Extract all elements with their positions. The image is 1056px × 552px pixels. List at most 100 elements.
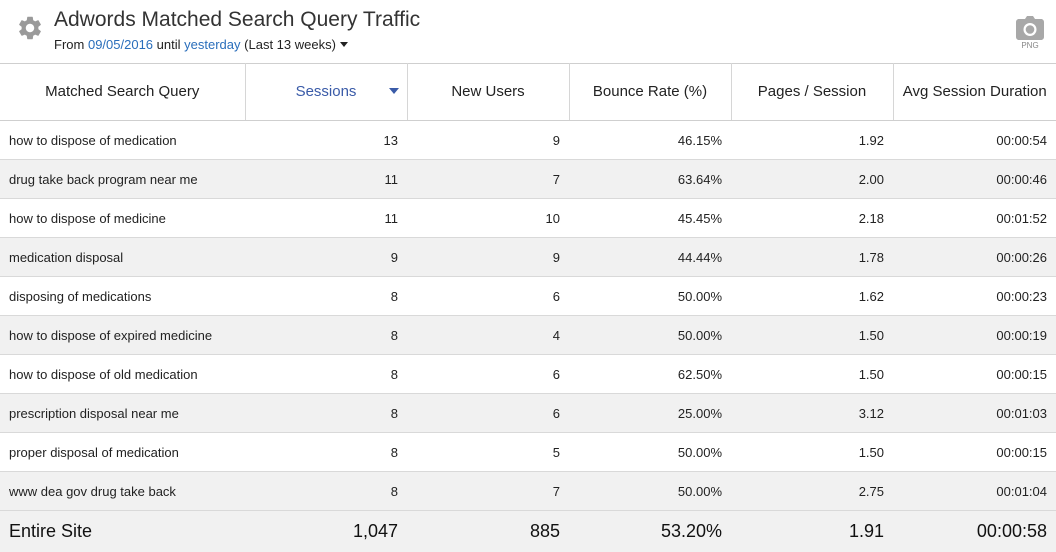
avg-duration-cell: 00:00:46 <box>893 159 1056 199</box>
query-cell: www dea gov drug take back <box>0 471 245 511</box>
column-header-bounce-rate[interactable]: Bounce Rate (%) <box>569 63 732 121</box>
query-cell: medication disposal <box>0 237 245 277</box>
query-table: Matched Search Query Sessions New Users … <box>0 63 1056 552</box>
table-row: drug take back program near me 11 7 63.64% 2… <box>0 159 1056 199</box>
totals-bounce-rate: 53.20% <box>569 510 731 552</box>
new-users-cell: 7 <box>407 159 569 199</box>
avg-duration-cell: 00:01:03 <box>893 393 1056 433</box>
sessions-cell: 11 <box>245 198 407 238</box>
table-row: how to dispose of medication 13 9 46.15% 1.9… <box>0 120 1056 160</box>
bounce-rate-cell: 44.44% <box>569 237 731 277</box>
table-row: how to dispose of old medication 8 6 62.50%… <box>0 354 1056 394</box>
bounce-rate-cell: 25.00% <box>569 393 731 433</box>
pages-per-session-cell: 2.18 <box>731 198 893 238</box>
query-cell: how to dispose of old medication <box>0 354 245 394</box>
page-title: Adwords Matched Search Query Traffic <box>54 8 421 31</box>
start-date-link[interactable]: 09/05/2016 <box>88 37 153 52</box>
export-png-label: PNG <box>1021 41 1039 50</box>
pages-per-session-cell: 1.62 <box>731 276 893 316</box>
sessions-cell: 8 <box>245 471 407 511</box>
avg-duration-cell: 00:00:19 <box>893 315 1056 355</box>
column-header-avg-session-duration[interactable]: Avg Session Duration <box>893 63 1056 121</box>
pages-per-session-cell: 2.75 <box>731 471 893 511</box>
table-row: disposing of medications 8 6 50.00% 1.62 00:0… <box>0 276 1056 316</box>
avg-duration-cell: 00:00:26 <box>893 237 1056 277</box>
avg-duration-cell: 00:00:23 <box>893 276 1056 316</box>
sessions-cell: 8 <box>245 315 407 355</box>
table-row: how to dispose of expired medicine 8 4 50.0… <box>0 315 1056 355</box>
column-header-sessions-label: Sessions <box>295 83 357 100</box>
gear-icon[interactable] <box>16 14 44 42</box>
bounce-rate-cell: 62.50% <box>569 354 731 394</box>
pages-per-session-cell: 1.50 <box>731 354 893 394</box>
pages-per-session-cell: 1.50 <box>731 432 893 472</box>
new-users-cell: 4 <box>407 315 569 355</box>
bounce-rate-cell: 50.00% <box>569 432 731 472</box>
new-users-cell: 5 <box>407 432 569 472</box>
query-cell: how to dispose of expired medicine <box>0 315 245 355</box>
avg-duration-cell: 00:01:52 <box>893 198 1056 238</box>
new-users-cell: 9 <box>407 237 569 277</box>
bounce-rate-cell: 50.00% <box>569 471 731 511</box>
bounce-rate-cell: 63.64% <box>569 159 731 199</box>
until-label: until <box>156 37 181 52</box>
sort-desc-icon <box>388 88 399 94</box>
end-date-link[interactable]: yesterday <box>184 37 240 52</box>
avg-duration-cell: 00:00:15 <box>893 354 1056 394</box>
totals-pages-per-session: 1.91 <box>731 510 893 552</box>
new-users-cell: 6 <box>407 393 569 433</box>
totals-label: Entire Site <box>0 510 245 552</box>
sessions-cell: 13 <box>245 120 407 160</box>
new-users-cell: 9 <box>407 120 569 160</box>
sessions-cell: 8 <box>245 432 407 472</box>
column-header-pages-per-session[interactable]: Pages / Session <box>731 63 894 121</box>
bounce-rate-cell: 46.15% <box>569 120 731 160</box>
table-row: medication disposal 9 9 44.44% 1.78 00:00:26 <box>0 237 1056 277</box>
table-row: www dea gov drug take back 8 7 50.00% 2.75 00… <box>0 471 1056 511</box>
header-row: Matched Search Query Sessions New Users … <box>0 63 1056 121</box>
new-users-cell: 7 <box>407 471 569 511</box>
totals-sessions: 1,047 <box>245 510 407 552</box>
table-row: prescription disposal near me 8 6 25.00% 3.1… <box>0 393 1056 433</box>
column-header-new-users[interactable]: New Users <box>407 63 570 121</box>
query-cell: disposing of medications <box>0 276 245 316</box>
bounce-rate-cell: 45.45% <box>569 198 731 238</box>
query-cell: proper disposal of medication <box>0 432 245 472</box>
bounce-rate-cell: 50.00% <box>569 276 731 316</box>
export-png-button[interactable]: PNG <box>1014 16 1046 56</box>
column-header-sessions[interactable]: Sessions <box>245 63 408 121</box>
pages-per-session-cell: 2.00 <box>731 159 893 199</box>
sessions-cell: 9 <box>245 237 407 277</box>
sessions-cell: 8 <box>245 276 407 316</box>
table-row: proper disposal of medication 8 5 50.00% 1.5… <box>0 432 1056 472</box>
new-users-cell: 6 <box>407 276 569 316</box>
period-label: (Last 13 weeks) <box>244 37 336 52</box>
avg-duration-cell: 00:01:04 <box>893 471 1056 511</box>
from-label: From <box>54 37 85 52</box>
totals-new-users: 885 <box>407 510 569 552</box>
avg-duration-cell: 00:00:54 <box>893 120 1056 160</box>
sessions-cell: 8 <box>245 354 407 394</box>
pages-per-session-cell: 1.78 <box>731 237 893 277</box>
pages-per-session-cell: 3.12 <box>731 393 893 433</box>
query-cell: drug take back program near me <box>0 159 245 199</box>
new-users-cell: 10 <box>407 198 569 238</box>
camera-icon <box>1016 16 1044 40</box>
caret-down-icon[interactable] <box>339 42 348 47</box>
pages-per-session-cell: 1.50 <box>731 315 893 355</box>
table-row: how to dispose of medicine 11 10 45.45% 2.18… <box>0 198 1056 238</box>
totals-avg-duration: 00:00:58 <box>893 510 1056 552</box>
query-cell: prescription disposal near me <box>0 393 245 433</box>
avg-duration-cell: 00:00:15 <box>893 432 1056 472</box>
date-range: From 09/05/2016 until yesterday (Last 13… <box>54 37 348 52</box>
sessions-cell: 8 <box>245 393 407 433</box>
query-cell: how to dispose of medication <box>0 120 245 160</box>
report-header: Adwords Matched Search Query Traffic Fro… <box>0 0 1056 63</box>
pages-per-session-cell: 1.92 <box>731 120 893 160</box>
bounce-rate-cell: 50.00% <box>569 315 731 355</box>
sessions-cell: 11 <box>245 159 407 199</box>
totals-row: Entire Site 1,047 885 53.20% 1.91 00:00:… <box>0 510 1056 552</box>
column-header-query[interactable]: Matched Search Query <box>0 63 246 121</box>
new-users-cell: 6 <box>407 354 569 394</box>
query-cell: how to dispose of medicine <box>0 198 245 238</box>
